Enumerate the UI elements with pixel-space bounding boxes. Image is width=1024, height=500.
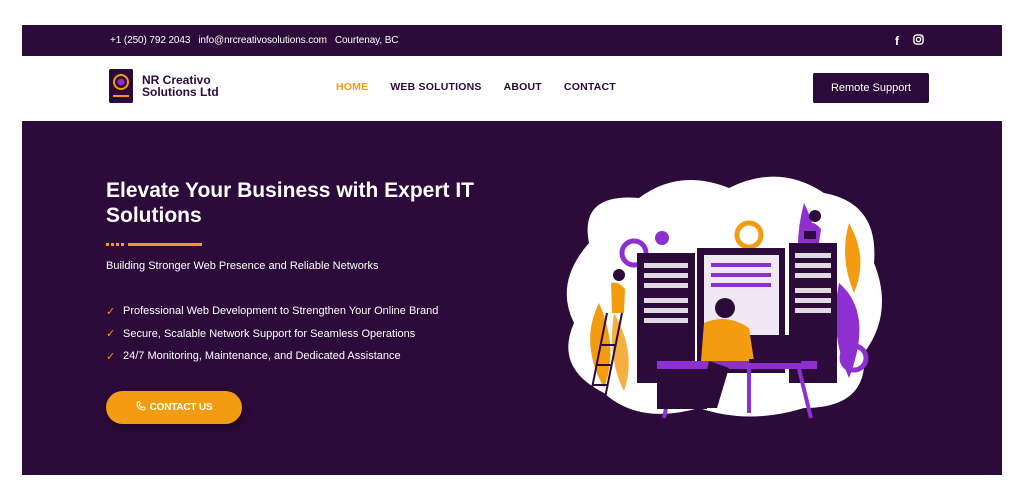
feature-text: Professional Web Development to Strength… [123,305,439,318]
feature-list: ✓ Professional Web Development to Strengt… [106,300,438,368]
divider-dots [106,243,126,246]
check-icon: ✓ [106,328,116,341]
logo-icon [109,69,133,103]
main-header: NR Creativo Solutions Ltd HOME WEB SOLUT… [22,56,1002,120]
contact-us-button[interactable]: CONTACT US [106,391,242,424]
instagram-icon[interactable] [913,33,924,48]
phone-link[interactable]: +1 (250) 792 2043 [110,35,190,46]
feature-item: ✓ Professional Web Development to Strengt… [106,300,438,323]
nav-contact[interactable]: CONTACT [564,81,616,93]
hero-headline: Elevate Your Business with Expert IT Sol… [106,179,475,227]
feature-text: 24/7 Monitoring, Maintenance, and Dedica… [123,350,401,363]
check-icon: ✓ [106,350,116,363]
feature-text: Secure, Scalable Network Support for Sea… [123,327,416,340]
feature-item: ✓ Secure, Scalable Network Support for Se… [106,323,438,346]
phone-icon [136,401,146,414]
social-links: f [895,25,924,56]
page: +1 (250) 792 2043 info@nrcreativosolutio… [0,0,1024,500]
it-team-illustration [566,176,882,419]
top-contact-bar: +1 (250) 792 2043 info@nrcreativosolutio… [22,25,1002,56]
location-text: Courtenay, BC [334,35,399,46]
nav-about[interactable]: ABOUT [504,81,542,93]
logo-line-2: Solutions Ltd [142,85,219,99]
contact-us-label: CONTACT US [149,402,213,413]
contact-info: +1 (250) 792 2043 info@nrcreativosolutio… [110,25,398,56]
facebook-icon[interactable]: f [895,34,899,48]
check-icon: ✓ [106,305,116,318]
email-link[interactable]: info@nrcreativosolutions.com [198,35,327,46]
main-nav: HOME WEB SOLUTIONS ABOUT CONTACT [336,56,616,118]
remote-support-button[interactable]: Remote Support [813,73,929,103]
nav-web-solutions[interactable]: WEB SOLUTIONS [390,81,481,93]
logo-text: NR Creativo Solutions Ltd [142,74,219,98]
hero-section: Elevate Your Business with Expert IT Sol… [22,121,1002,475]
feature-item: ✓ 24/7 Monitoring, Maintenance, and Dedic… [106,345,438,368]
nav-home[interactable]: HOME [336,81,368,93]
site-logo[interactable]: NR Creativo Solutions Ltd [109,69,219,103]
divider-line [128,243,202,246]
hero-subtitle: Building Stronger Web Presence and Relia… [106,260,379,272]
headline-divider [106,243,202,246]
